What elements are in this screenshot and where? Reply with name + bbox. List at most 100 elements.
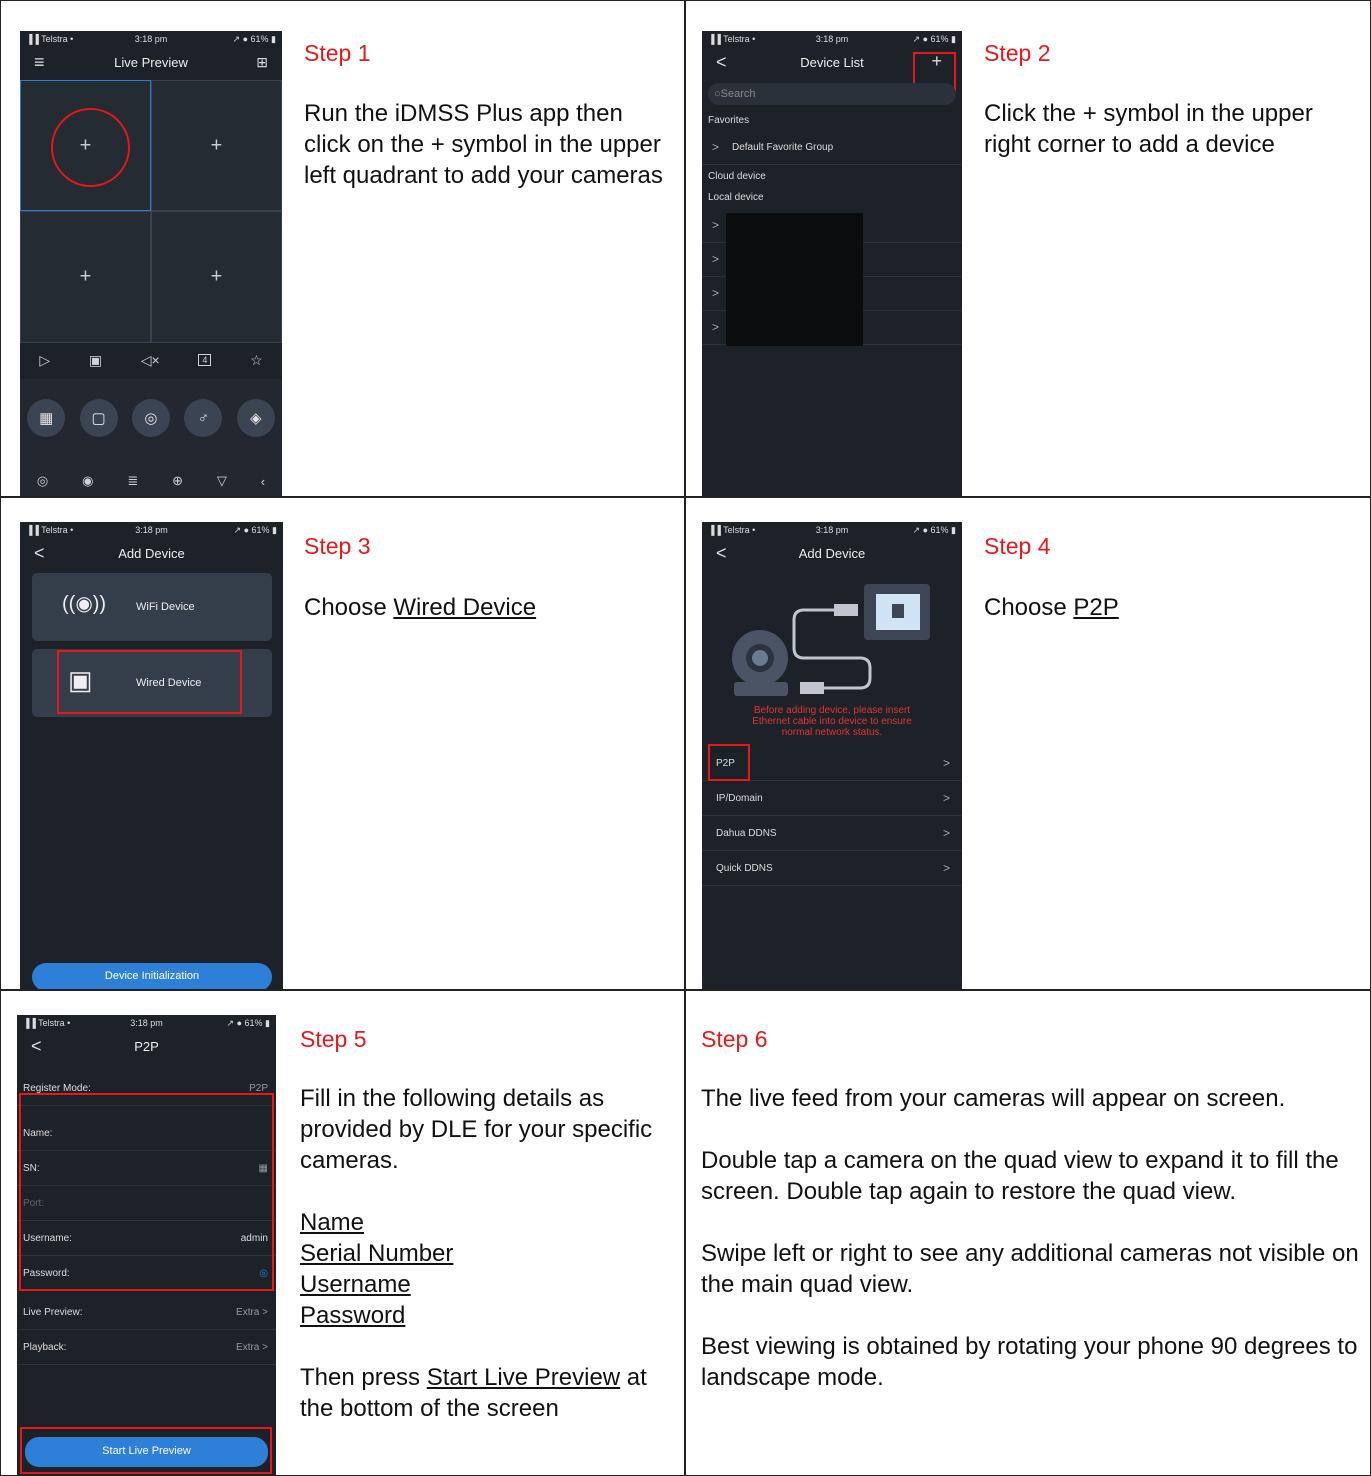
play-icon[interactable]: ▷ — [39, 352, 50, 369]
step-6-paragraph-4: Best viewing is obtained by rotating you… — [701, 1333, 1358, 1391]
step-2-paragraph: Click the + symbol in the upper right co… — [984, 100, 1313, 158]
section-favorites: Favorites — [708, 115, 750, 126]
field-serial-number: Serial Number — [300, 1240, 454, 1267]
add-camera-icon[interactable]: + — [152, 134, 281, 157]
microphone-icon[interactable]: ♂ — [184, 399, 223, 437]
step-3-text: Choose Wired Device — [304, 592, 674, 623]
chevron-right-icon: > — [942, 826, 950, 840]
battery: ↗ ● 61% ▮ — [912, 34, 956, 44]
wired-device-link: Wired Device — [393, 594, 537, 621]
option-label: IP/Domain — [716, 793, 763, 804]
highlight-box — [57, 650, 242, 714]
list-item-label: Default Favorite Group — [732, 142, 834, 153]
highlight-box — [708, 744, 750, 781]
chevron-right-icon: > — [712, 140, 720, 154]
warning-line-1: Before adding device, please insert — [753, 705, 911, 716]
section-local-device: Local device — [708, 192, 764, 203]
option-dahua-ddns[interactable]: Dahua DDNS > — [702, 816, 962, 851]
add-camera-icon[interactable]: + — [152, 266, 281, 289]
option-label: Dahua DDNS — [716, 828, 777, 839]
camera-snapshot-icon[interactable]: ◎ — [131, 399, 170, 437]
grid-divider-vertical — [684, 0, 686, 1476]
chevron-right-icon: > — [712, 218, 720, 232]
step-6-paragraph-2: Double tap a camera on the quad view to … — [701, 1147, 1339, 1205]
more-icon[interactable]: ‹ — [261, 474, 265, 489]
status-bar: ▐▐ Telstra • 3:18 pm ↗ ● 61% ▮ — [20, 31, 282, 47]
navbar: < P2P — [17, 1031, 276, 1063]
battery: ↗ ● 61% ▮ — [233, 525, 277, 535]
ethernet-illustration — [732, 584, 930, 696]
field-password: Password — [300, 1302, 406, 1329]
step-3-prefix: Choose — [304, 594, 394, 621]
step-3-title: Step 3 — [304, 533, 371, 559]
grid-divider-row1 — [0, 496, 1371, 498]
ptz-icon[interactable]: ◈ — [236, 399, 275, 437]
step-1-text: Run the iDMSS Plus app then click on the… — [304, 98, 674, 191]
quad-bottom-right[interactable]: + — [151, 211, 282, 343]
highlight-box-button — [20, 1427, 272, 1474]
redacted-block — [726, 213, 863, 346]
chevron-right-icon: > — [942, 791, 950, 805]
device-initialization-button[interactable]: Device Initialization — [32, 963, 272, 989]
option-quick-ddns[interactable]: Quick DDNS > — [702, 851, 962, 886]
layout-icon[interactable]: ⊞ — [256, 54, 268, 71]
navbar: < Add Device — [702, 538, 962, 570]
status-bar: ▐▐ Telstra • 3:18 pm ↗ ● 61% ▮ — [702, 522, 962, 538]
bottom-icon-row: ◎ ◉ ≣ ⊕ ▽ ‹ — [20, 471, 282, 491]
adjust-sliders-icon[interactable]: ≣ — [127, 473, 138, 489]
location-icon[interactable]: ⊕ — [172, 473, 183, 489]
list-item-default-group[interactable]: > Default Favorite Group — [702, 131, 962, 165]
chevron-right-icon: > — [712, 320, 720, 334]
quad-bottom-left[interactable]: + — [20, 211, 151, 343]
screen-title: P2P — [134, 1039, 159, 1054]
field-label: Live Preview: — [23, 1307, 83, 1318]
option-ip-domain[interactable]: IP/Domain > — [702, 781, 962, 816]
step-5-title: Step 5 — [300, 1026, 367, 1052]
step-6-paragraph-1: The live feed from your cameras will app… — [701, 1085, 1286, 1112]
fisheye-icon[interactable]: ◉ — [82, 473, 93, 489]
favorite-star-icon[interactable]: ☆ — [250, 352, 263, 369]
field-value: Extra > — [236, 1307, 268, 1318]
screenshot-live-preview: ▐▐ Telstra • 3:18 pm ↗ ● 61% ▮ ≡ Live Pr… — [20, 31, 282, 496]
live-preview-row[interactable]: Live Preview: Extra > — [17, 1295, 276, 1330]
record-film-icon[interactable]: ▦ — [27, 399, 66, 437]
grid-divider-row2 — [0, 989, 1371, 991]
warning-line-3: normal network status. — [781, 727, 883, 738]
step-6-title: Step 6 — [701, 1026, 768, 1052]
add-camera-icon[interactable]: + — [21, 266, 150, 289]
step-4-title: Step 4 — [984, 533, 1051, 559]
wifi-device-card[interactable]: ((◉)) WiFi Device — [32, 573, 272, 641]
step-1-title: Step 1 — [304, 40, 371, 66]
navbar: < Add Device — [20, 538, 283, 570]
split-4-icon[interactable]: 4 — [198, 354, 212, 366]
chevron-right-icon: > — [712, 286, 720, 300]
screenshot-device-list: ▐▐ Telstra • 3:18 pm ↗ ● 61% ▮ < Device … — [702, 31, 962, 496]
section-cloud-device: Cloud device — [708, 171, 766, 182]
field-value: Extra > — [236, 1342, 268, 1353]
battery: ↗ ● 61% ▮ — [226, 1018, 270, 1028]
navbar: ≡ Live Preview ⊞ — [20, 47, 282, 79]
screen-title: Live Preview — [114, 55, 188, 70]
mute-icon[interactable]: ◁× — [141, 352, 160, 369]
step-6-paragraph-3: Swipe left or right to see any additiona… — [701, 1240, 1359, 1298]
wifi-device-label: WiFi Device — [136, 601, 195, 613]
image-icon[interactable]: ▣ — [89, 352, 102, 369]
battery: ↗ ● 61% ▮ — [912, 525, 956, 535]
target-icon[interactable]: ◎ — [37, 473, 48, 489]
toolbar-row: ▷ ▣ ◁× 4 ☆ — [20, 349, 282, 371]
video-icon[interactable]: ▢ — [79, 399, 118, 437]
wiper-icon[interactable]: ▽ — [217, 473, 227, 489]
screenshot-add-device-method: ▐▐ Telstra • 3:18 pm ↗ ● 61% ▮ < Add Dev… — [702, 522, 962, 989]
screen-title: Add Device — [118, 546, 185, 561]
quad-top-right[interactable]: + — [151, 80, 282, 211]
step-6-text: The live feed from your cameras will app… — [701, 1083, 1361, 1393]
screen-title: Add Device — [798, 546, 866, 561]
screenshot-p2p-form: ▐▐ Telstra • 3:18 pm ↗ ● 61% ▮ < P2P Reg… — [17, 1015, 276, 1476]
search-input[interactable]: ○Search — [708, 83, 956, 105]
status-bar: ▐▐ Telstra • 3:18 pm ↗ ● 61% ▮ — [20, 522, 283, 538]
step-2-text: Click the + symbol in the upper right co… — [984, 98, 1359, 160]
screenshot-add-device: ▐▐ Telstra • 3:18 pm ↗ ● 61% ▮ < Add Dev… — [20, 522, 283, 989]
step-1-paragraph: Run the iDMSS Plus app then click on the… — [304, 100, 663, 189]
option-label: Quick DDNS — [716, 863, 773, 874]
playback-row[interactable]: Playback: Extra > — [17, 1330, 276, 1365]
